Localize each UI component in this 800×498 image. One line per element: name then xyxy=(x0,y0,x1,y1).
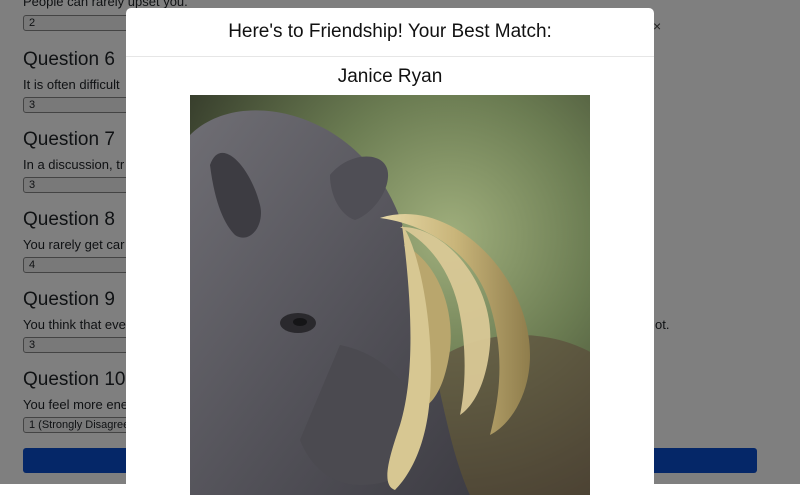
modal-title: Here's to Friendship! Your Best Match: xyxy=(228,21,552,42)
photo-illustration xyxy=(190,95,590,495)
babirusa-photo xyxy=(190,95,590,495)
close-icon[interactable]: × xyxy=(653,18,661,34)
match-modal: Here's to Friendship! Your Best Match: J… xyxy=(126,8,654,498)
match-name: Janice Ryan xyxy=(337,66,443,87)
modal-header: Here's to Friendship! Your Best Match: xyxy=(126,8,654,57)
